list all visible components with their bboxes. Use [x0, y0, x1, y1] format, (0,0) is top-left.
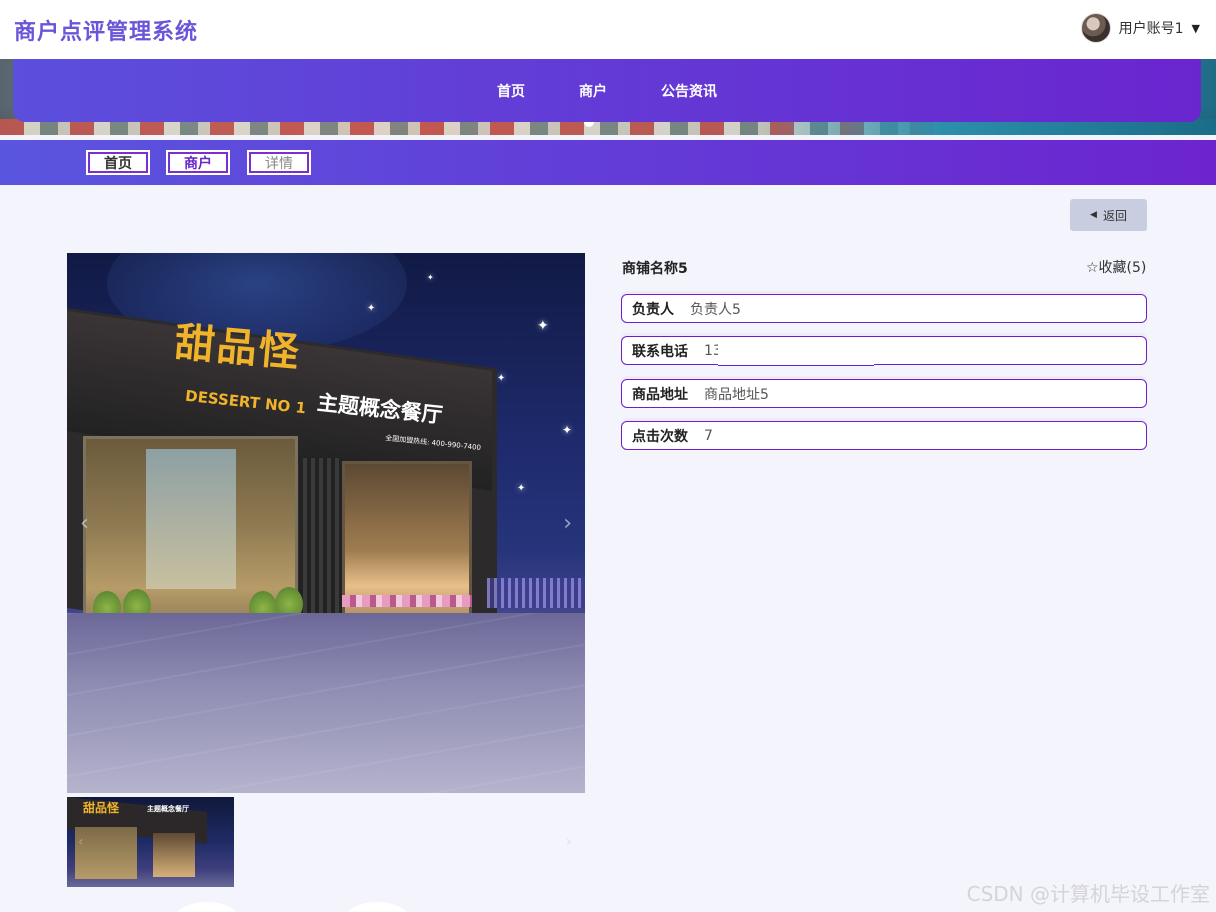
caret-down-icon[interactable]: ▼ — [1192, 22, 1200, 35]
info-row-owner: 负责人 负责人5 — [621, 294, 1147, 323]
app-title: 商户点评管理系统 — [14, 20, 199, 45]
top-header: 商户点评管理系统 用户账号1 ▼ — [0, 0, 1216, 59]
breadcrumb-home[interactable]: 首页 — [86, 150, 150, 175]
user-name[interactable]: 用户账号1 — [1119, 18, 1184, 38]
nav-item-news[interactable]: 公告资讯 — [661, 81, 717, 101]
info-value: 负责人5 — [690, 301, 741, 318]
breadcrumb: 首页 商户 详情 — [0, 140, 1216, 185]
city-lights — [487, 578, 585, 608]
sparkle-icon: ✦ — [367, 303, 376, 314]
back-button-label: 返回 — [1102, 208, 1127, 223]
thumb-sign-text: 主题概念餐厅 — [147, 805, 189, 813]
sparkle-icon: ✦ — [517, 483, 526, 494]
sparkle-icon: ✦ — [562, 423, 573, 437]
watermark: CSDN @计算机毕设工作室 — [966, 882, 1210, 906]
caret-left-icon: ◀ — [1090, 210, 1097, 220]
flower-bed — [342, 595, 472, 607]
nav-item-merchants[interactable]: 商户 — [579, 81, 607, 101]
floor-reflection — [67, 613, 585, 793]
sparkle-icon: ✦ — [497, 373, 506, 384]
info-row-phone: 联系电话 13 — [621, 336, 1147, 366]
main-nav: 首页 商户 公告资讯 — [13, 59, 1201, 122]
sign-logo: 甜品怪 — [172, 318, 303, 377]
thumb-window — [75, 827, 137, 879]
chevron-right-icon[interactable]: › — [563, 511, 572, 536]
info-label: 负责人 — [632, 301, 674, 318]
sparkle-icon: ✦ — [537, 318, 549, 334]
info-value: 7 — [704, 427, 713, 444]
info-label: 点击次数 — [632, 428, 688, 445]
breadcrumb-detail: 详情 — [247, 150, 311, 175]
decorative-bubble — [346, 902, 408, 912]
avatar[interactable] — [1080, 13, 1111, 43]
info-label: 联系电话 — [632, 343, 688, 360]
info-row-address: 商品地址 商品地址5 — [621, 379, 1147, 408]
favorite-button[interactable]: ☆收藏(5) — [1086, 257, 1146, 277]
main-shop-image: ✦ ✦ ✦ ✦ ✦ ✦ 甜品怪 DESSERT NO 1 主题概念餐厅 全国加盟… — [67, 253, 585, 793]
thumb-prev-icon[interactable]: ‹ — [78, 834, 84, 850]
window-interior — [146, 449, 236, 589]
chevron-left-icon[interactable]: ‹ — [80, 511, 89, 536]
info-row-clicks: 点击次数 7 — [621, 421, 1147, 450]
breadcrumb-merchants[interactable]: 商户 — [166, 150, 230, 175]
thumbnail-image[interactable]: 甜品怪 主题概念餐厅 — [67, 797, 234, 887]
thumb-next-icon[interactable]: › — [566, 834, 572, 850]
shop-name: 商铺名称5 — [622, 261, 688, 277]
info-value: 商品地址5 — [704, 386, 769, 403]
back-button[interactable]: ◀ 返回 — [1070, 199, 1147, 231]
info-label: 商品地址 — [632, 386, 688, 403]
sparkle-icon: ✦ — [427, 273, 434, 282]
thumb-sign-logo: 甜品怪 — [83, 801, 120, 815]
thumb-window — [153, 833, 195, 877]
redaction-mask — [718, 338, 874, 366]
nav-item-home[interactable]: 首页 — [497, 81, 525, 101]
user-menu[interactable]: 用户账号1 ▼ — [1080, 11, 1200, 45]
decorative-bubble — [176, 902, 238, 912]
